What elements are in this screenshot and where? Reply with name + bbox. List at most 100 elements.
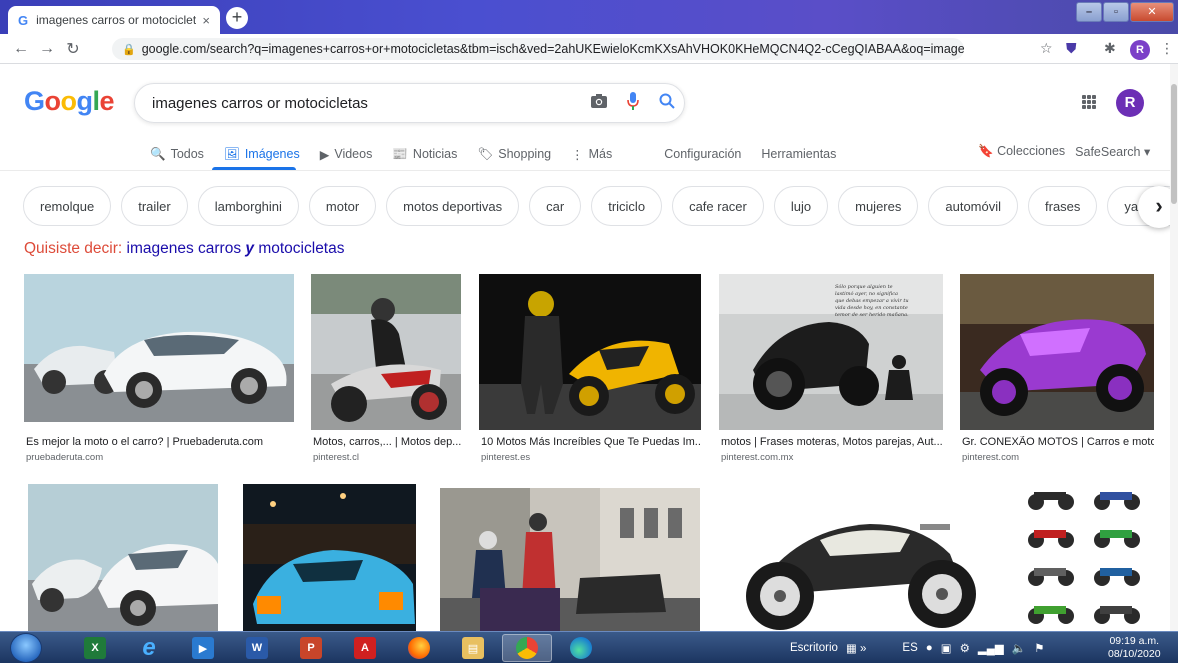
result-thumbnail[interactable]: Sólo porque alguien te lastimó ayer, no …: [719, 274, 943, 430]
chip[interactable]: remolque: [23, 186, 112, 226]
forward-arrow-icon[interactable]: →: [34, 40, 60, 58]
result-thumbnail[interactable]: [1018, 484, 1154, 632]
tray-app-icon[interactable]: ●: [926, 642, 933, 654]
image-result[interactable]: Es mejor la moto o el carro? | Pruebader…: [24, 274, 294, 464]
result-thumbnail[interactable]: [243, 484, 416, 632]
taskbar-media[interactable]: ▶: [178, 634, 228, 662]
tab-imagenes[interactable]: 🖼 Imágenes: [224, 144, 300, 164]
result-title[interactable]: 10 Motos Más Increíbles Que Te Puedas Im…: [481, 436, 701, 448]
result-source: pinterest.com: [962, 452, 1020, 463]
tab-close-icon[interactable]: ×: [202, 13, 210, 28]
clock[interactable]: 09:19 a.m. 08/10/2020: [1108, 635, 1161, 661]
back-arrow-icon[interactable]: ←: [8, 40, 34, 58]
scrollbar-thumb[interactable]: [1171, 84, 1177, 204]
microphone-icon[interactable]: [616, 91, 650, 115]
new-tab-button[interactable]: +: [226, 7, 248, 29]
chip[interactable]: lujo: [773, 186, 829, 226]
image-result[interactable]: 10 Motos Más Increíbles Que Te Puedas Im…: [479, 274, 701, 464]
settings-link[interactable]: Configuración: [664, 144, 741, 164]
image-result[interactable]: Gr. CONEXÃO MOTOS | Carros e moto... pin…: [960, 274, 1154, 464]
acrobat-icon: A: [354, 637, 376, 659]
result-thumbnail[interactable]: [24, 274, 294, 422]
result-thumbnail[interactable]: [311, 274, 461, 430]
edge-icon: [570, 637, 592, 659]
chip[interactable]: motor: [308, 186, 377, 226]
chip[interactable]: motos deportivas: [386, 186, 520, 226]
volume-icon[interactable]: 🔈: [1012, 641, 1026, 655]
extensions-puzzle-icon[interactable]: ✱: [1104, 40, 1116, 57]
chip[interactable]: cafe racer: [672, 186, 764, 226]
result-thumbnail[interactable]: [479, 274, 701, 430]
result-title[interactable]: Motos, carros,... | Motos dep...: [313, 436, 461, 448]
taskbar-firefox[interactable]: [394, 634, 444, 662]
network-icon[interactable]: ▂▄▆: [978, 641, 1004, 655]
minimize-button[interactable]: –: [1076, 2, 1102, 22]
shield-extension-icon[interactable]: ⛊: [1066, 40, 1077, 57]
search-input[interactable]: imagenes carros or motocicletas: [152, 95, 582, 112]
image-result[interactable]: [243, 484, 416, 632]
result-title[interactable]: Es mejor la moto o el carro? | Pruebader…: [26, 436, 294, 448]
image-result[interactable]: Motos, carros,... | Motos dep... pintere…: [311, 274, 461, 464]
taskbar-acrobat[interactable]: A: [340, 634, 390, 662]
desktop-icon[interactable]: ▦ »: [846, 641, 866, 655]
taskbar-edge[interactable]: [556, 634, 606, 662]
chip[interactable]: triciclo: [591, 186, 663, 226]
result-thumbnail[interactable]: [440, 488, 700, 632]
desktop-toolbar-label[interactable]: Escritorio: [790, 642, 838, 654]
image-result[interactable]: Sólo porque alguien te lastimó ayer, no …: [719, 274, 943, 464]
window-controls: – ▫ ✕: [1076, 2, 1174, 22]
browser-menu-icon[interactable]: ⋮: [1160, 40, 1174, 57]
chip[interactable]: car: [529, 186, 582, 226]
image-result[interactable]: [720, 484, 1000, 632]
browser-tab[interactable]: G imagenes carros or motocicletas ×: [8, 6, 220, 34]
image-result[interactable]: [440, 488, 700, 632]
browser-profile-avatar[interactable]: R: [1130, 40, 1150, 60]
start-button[interactable]: [10, 633, 42, 663]
tab-todos[interactable]: 🔍 Todos: [150, 144, 204, 164]
result-thumbnail[interactable]: [960, 274, 1154, 430]
taskbar-explorer[interactable]: ▤: [448, 634, 498, 662]
tab-videos[interactable]: ▶ Videos: [320, 144, 373, 164]
did-you-mean-link[interactable]: imagenes carros y motocicletas: [127, 240, 345, 257]
chip[interactable]: trailer: [121, 186, 188, 226]
reload-icon[interactable]: ↻: [60, 39, 86, 59]
taskbar-powerpoint[interactable]: P: [286, 634, 336, 662]
safesearch-dropdown[interactable]: SafeSearch ▾: [1075, 144, 1150, 159]
close-window-button[interactable]: ✕: [1130, 2, 1174, 22]
search-icon[interactable]: [650, 93, 684, 114]
tray-app-icon[interactable]: ▣: [941, 641, 952, 655]
url-bar[interactable]: 🔒 google.com/search?q=imagenes+carros+or…: [112, 38, 964, 60]
maximize-button[interactable]: ▫: [1103, 2, 1129, 22]
apps-grid-icon[interactable]: [1082, 95, 1096, 109]
video-icon: ▶: [319, 147, 330, 162]
language-indicator[interactable]: ES: [902, 642, 917, 654]
result-thumbnail[interactable]: [720, 484, 1000, 632]
chip[interactable]: automóvil: [928, 186, 1019, 226]
taskbar-ie[interactable]: e: [124, 634, 174, 662]
tab-shopping[interactable]: 🏷 Shopping: [477, 144, 551, 164]
tools-link[interactable]: Herramientas: [761, 144, 836, 164]
bookmark-star-icon[interactable]: ☆: [1040, 40, 1053, 57]
taskbar-excel[interactable]: X: [70, 634, 120, 662]
chip[interactable]: lamborghini: [197, 186, 299, 226]
taskbar-chrome[interactable]: [502, 634, 552, 662]
tray-app-icon[interactable]: ⚙: [960, 641, 970, 655]
result-thumbnail[interactable]: [28, 484, 218, 632]
chip[interactable]: frases: [1028, 186, 1098, 226]
search-box[interactable]: imagenes carros or motocicletas: [134, 83, 685, 123]
header-right-links: 🔖 Colecciones SafeSearch ▾: [978, 144, 1150, 159]
account-avatar[interactable]: R: [1116, 89, 1144, 117]
flag-icon[interactable]: ⚑: [1034, 641, 1044, 655]
url-text: google.com/search?q=imagenes+carros+or+m…: [141, 42, 964, 56]
image-result[interactable]: [28, 484, 218, 632]
chip[interactable]: mujeres: [838, 186, 919, 226]
image-result[interactable]: [1018, 484, 1154, 632]
result-title[interactable]: Gr. CONEXÃO MOTOS | Carros e moto...: [962, 436, 1154, 448]
collections-link[interactable]: 🔖 Colecciones: [978, 144, 1065, 159]
camera-icon[interactable]: [582, 93, 616, 113]
tab-mas[interactable]: ⋮ Más: [571, 144, 612, 164]
result-title[interactable]: motos | Frases moteras, Motos parejas, A…: [721, 436, 943, 448]
google-logo[interactable]: Google: [24, 86, 115, 117]
tab-noticias[interactable]: 📰 Noticias: [392, 144, 457, 164]
taskbar-word[interactable]: W: [232, 634, 282, 662]
